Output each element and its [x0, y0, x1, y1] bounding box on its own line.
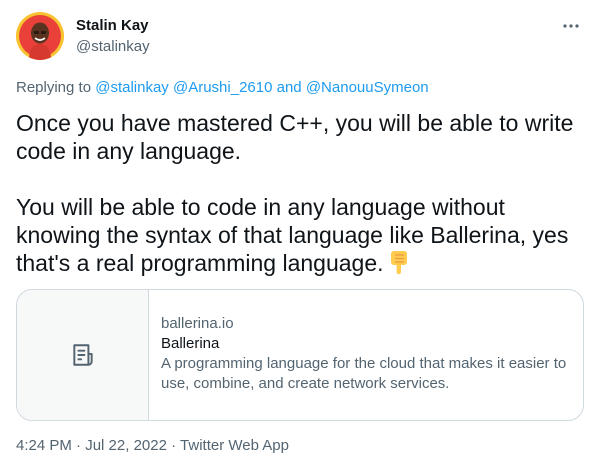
tweet: Stalin Kay @stalinkay Replying to @stali… [0, 0, 599, 471]
card-info: ballerina.io Ballerina A programming lan… [149, 290, 583, 420]
meta-separator: · [171, 437, 177, 454]
reply-conjunction[interactable]: and [277, 79, 302, 96]
more-icon[interactable] [561, 16, 581, 36]
tweet-date[interactable]: Jul 22, 2022 [85, 437, 167, 454]
tweet-meta: 4:24 PM · Jul 22, 2022 · Twitter Web App [16, 436, 289, 456]
card-description: A programming language for the cloud tha… [161, 355, 567, 392]
reply-mention-nanouu[interactable]: @NanouuSymeon [306, 79, 429, 96]
author-handle[interactable]: @stalinkay [76, 37, 150, 57]
pointing-down-emoji-icon [388, 249, 410, 281]
tweet-source[interactable]: Twitter Web App [180, 437, 289, 454]
reply-prefix: Replying to [16, 79, 92, 96]
reply-mention-stalinkay[interactable]: @stalinkay [95, 79, 169, 96]
reply-mention-arushi[interactable]: @Arushi_2610 [173, 79, 272, 96]
tweet-paragraph-1: Once you have mastered C++, you will be … [16, 110, 574, 164]
tweet-text: Once you have mastered C++, you will be … [16, 109, 586, 281]
avatar[interactable] [16, 12, 64, 60]
author-name[interactable]: Stalin Kay [76, 16, 149, 36]
document-icon [72, 344, 93, 366]
link-card[interactable]: ballerina.io Ballerina A programming lan… [16, 289, 584, 421]
more-horizontal-icon [563, 24, 579, 28]
card-title: Ballerina [161, 335, 220, 352]
meta-separator: · [76, 437, 82, 454]
tweet-paragraph-2-text: You will be able to code in any language… [16, 194, 569, 276]
reply-context: Replying to @stalinkay @Arushi_2610 and … [16, 78, 429, 98]
tweet-time[interactable]: 4:24 PM [16, 437, 72, 454]
card-thumbnail [17, 290, 149, 420]
tweet-paragraph-2: You will be able to code in any language… [16, 193, 586, 281]
avatar-image [16, 12, 64, 60]
card-domain: ballerina.io [161, 315, 234, 332]
